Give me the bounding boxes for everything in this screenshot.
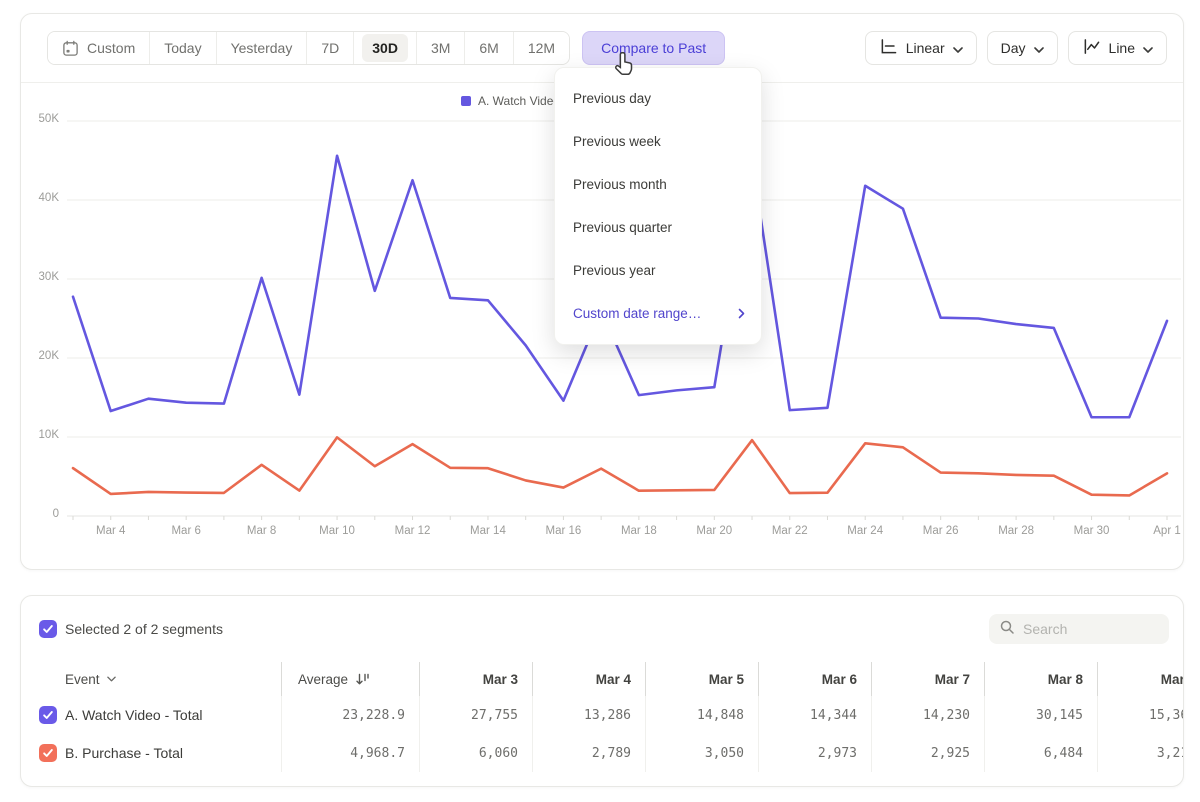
menu-item-previous-month[interactable]: Previous month — [555, 163, 761, 206]
date-column-header-mar-8[interactable]: Mar 8 — [984, 662, 1097, 696]
date-column-header-mar-6[interactable]: Mar 6 — [758, 662, 871, 696]
x-tick-label: Mar 28 — [981, 525, 1051, 537]
y-tick-label: 50K — [21, 113, 59, 125]
segment-label: B. Purchase - Total — [65, 745, 183, 761]
x-tick-label: Mar 24 — [830, 525, 900, 537]
date-column-header-mar-3[interactable]: Mar 3 — [419, 662, 532, 696]
check-icon — [42, 709, 54, 721]
search-box[interactable] — [989, 614, 1169, 644]
x-tick-label: Mar 26 — [906, 525, 976, 537]
cell-value: 2,789 — [532, 734, 645, 772]
segments-header-row: Selected 2 of 2 segments — [39, 613, 1169, 645]
date-column-header-mar-4[interactable]: Mar 4 — [532, 662, 645, 696]
check-icon — [42, 623, 54, 635]
y-tick-label: 20K — [21, 350, 59, 362]
select-all-checkbox[interactable] — [39, 620, 57, 638]
search-icon — [999, 619, 1015, 640]
cell-value: 3,214 — [1097, 734, 1184, 772]
x-tick-label: Mar 10 — [302, 525, 372, 537]
average-value: 4,968.7 — [281, 734, 419, 772]
search-input[interactable] — [1023, 621, 1159, 637]
cell-value: 6,484 — [984, 734, 1097, 772]
menu-item-previous-quarter[interactable]: Previous quarter — [555, 206, 761, 249]
x-tick-label: Apr 1 — [1132, 525, 1184, 537]
date-column-header-mar-9[interactable]: Mar 9 — [1097, 662, 1184, 696]
y-tick-label: 10K — [21, 429, 59, 441]
segment-label: A. Watch Video - Total — [65, 707, 202, 723]
cell-value: 27,755 — [419, 696, 532, 734]
analytics-dashboard: CustomTodayYesterday7D30D3M6M12M Compare… — [0, 0, 1200, 802]
selected-segments-label: Selected 2 of 2 segments — [65, 621, 223, 637]
segments-table: EventAverageMar 3Mar 4Mar 5Mar 6Mar 7Mar… — [39, 662, 1184, 772]
menu-item-previous-week[interactable]: Previous week — [555, 120, 761, 163]
average-column-header[interactable]: Average — [281, 662, 419, 696]
x-tick-label: Mar 14 — [453, 525, 523, 537]
y-tick-label: 0 — [21, 508, 59, 520]
cell-value: 14,230 — [871, 696, 984, 734]
x-tick-label: Mar 22 — [755, 525, 825, 537]
cell-value: 6,060 — [419, 734, 532, 772]
x-tick-label: Mar 30 — [1057, 525, 1127, 537]
chevron-right-icon — [738, 308, 745, 319]
segment-row-a-watch-video-total: A. Watch Video - Total — [39, 696, 281, 734]
segments-card: Selected 2 of 2 segments Event Average Mar… — [20, 595, 1184, 787]
legend-item-a-watch-video: A. Watch Video — [461, 94, 560, 108]
segment-row-b-purchase-total: B. Purchase - Total — [39, 734, 281, 772]
series-line-b-purchase — [73, 437, 1167, 495]
legend-label: A. Watch Video — [478, 94, 560, 108]
cell-value: 3,050 — [645, 734, 758, 772]
cell-value: 14,848 — [645, 696, 758, 734]
x-tick-label: Mar 12 — [378, 525, 448, 537]
date-column-header-mar-7[interactable]: Mar 7 — [871, 662, 984, 696]
menu-item-label: Custom date range… — [573, 306, 701, 321]
chart-card: CustomTodayYesterday7D30D3M6M12M Compare… — [20, 13, 1184, 570]
cell-value: 14,344 — [758, 696, 871, 734]
menu-item-custom-date-range[interactable]: Custom date range… — [555, 292, 761, 335]
cell-value: 2,925 — [871, 734, 984, 772]
chevron-down-icon — [107, 676, 116, 682]
date-column-header-mar-5[interactable]: Mar 5 — [645, 662, 758, 696]
event-column-header[interactable]: Event — [39, 662, 281, 696]
average-value: 23,228.9 — [281, 696, 419, 734]
average-header-label: Average — [298, 672, 348, 687]
x-tick-label: Mar 18 — [604, 525, 674, 537]
check-icon — [42, 747, 54, 759]
legend-swatch — [461, 96, 471, 106]
segment-checkbox[interactable] — [39, 744, 57, 762]
cell-value: 13,286 — [532, 696, 645, 734]
y-tick-label: 40K — [21, 192, 59, 204]
event-header-label: Event — [65, 672, 100, 687]
compare-dropdown-menu: Previous dayPrevious weekPrevious monthP… — [554, 67, 762, 345]
menu-item-previous-year[interactable]: Previous year — [555, 249, 761, 292]
x-tick-label: Mar 16 — [528, 525, 598, 537]
y-tick-label: 30K — [21, 271, 59, 283]
menu-item-previous-day[interactable]: Previous day — [555, 77, 761, 120]
x-tick-label: Mar 20 — [679, 525, 749, 537]
cell-value: 2,973 — [758, 734, 871, 772]
x-tick-label: Mar 8 — [227, 525, 297, 537]
sort-descending-icon — [355, 672, 370, 686]
x-tick-label: Mar 6 — [151, 525, 221, 537]
x-tick-label: Mar 4 — [76, 525, 146, 537]
cell-value: 30,145 — [984, 696, 1097, 734]
cell-value: 15,366 — [1097, 696, 1184, 734]
segment-checkbox[interactable] — [39, 706, 57, 724]
